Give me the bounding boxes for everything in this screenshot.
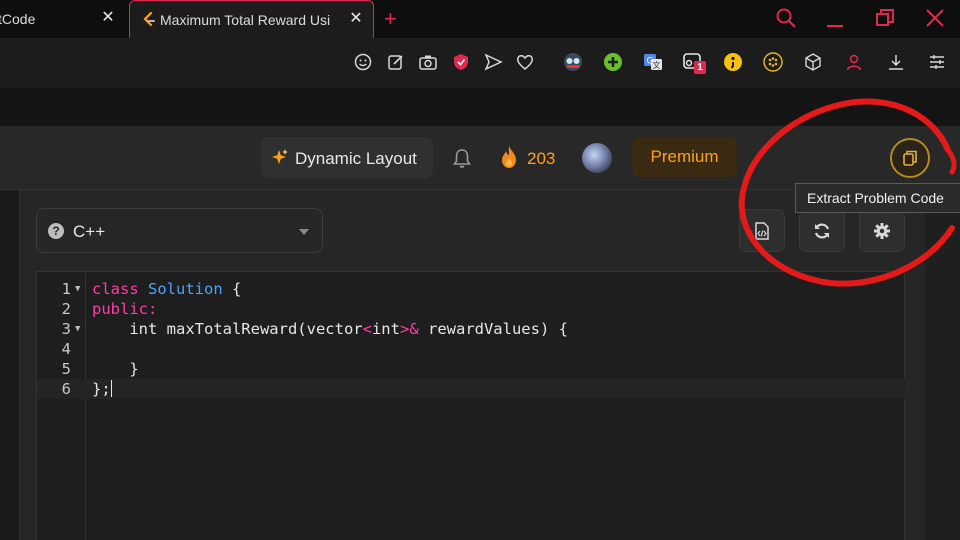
bell-icon[interactable] — [452, 147, 472, 169]
line-number: 3 — [61, 320, 71, 338]
close-window-icon[interactable] — [923, 6, 947, 30]
settings-sliders-icon[interactable] — [926, 51, 948, 73]
dots-extension-icon[interactable] — [762, 51, 784, 73]
glasses-extension-icon[interactable] — [562, 51, 584, 73]
copy-icon — [903, 150, 917, 166]
language-select[interactable]: ? C++ — [36, 208, 323, 253]
profile-icon[interactable] — [843, 51, 865, 73]
download-icon[interactable] — [885, 51, 907, 73]
extension-badge-count: 1 — [694, 61, 706, 74]
site-header — [0, 126, 960, 190]
right-panel-edge — [925, 190, 960, 540]
camera-icon[interactable] — [417, 51, 439, 73]
code-text: } — [92, 360, 139, 378]
emoji-icon[interactable] — [352, 51, 374, 73]
left-panel-edge — [0, 190, 20, 540]
new-tab-button[interactable]: + — [384, 6, 397, 32]
dynamic-layout-button[interactable]: Dynamic Layout — [261, 137, 433, 178]
line-number: 2 — [61, 300, 71, 318]
text-cursor — [110, 380, 112, 397]
line-number: 1 — [61, 280, 71, 298]
plus-extension-icon[interactable] — [602, 51, 624, 73]
extract-problem-code-button[interactable] — [890, 138, 930, 178]
shield-icon[interactable] — [450, 51, 472, 73]
translate-icon[interactable]: G 文 — [642, 51, 664, 73]
avatar[interactable] — [582, 143, 612, 173]
heart-icon[interactable] — [514, 51, 536, 73]
dynamic-layout-label: Dynamic Layout — [295, 149, 417, 168]
screen: tCode ✕ Maximum Total Reward Usi ✕ + G 文… — [0, 0, 960, 540]
tab-problem-active[interactable]: Maximum Total Reward Usi ✕ — [129, 0, 374, 38]
reset-code-button[interactable] — [799, 209, 845, 252]
tab-label: tCode — [0, 11, 36, 27]
editor-settings-button[interactable] — [859, 209, 905, 252]
chevron-down-icon — [299, 229, 309, 235]
cube-icon[interactable] — [802, 51, 824, 73]
minimize-icon[interactable] — [823, 6, 847, 30]
tab-label: Maximum Total Reward Usi — [160, 12, 331, 28]
search-icon[interactable] — [774, 6, 798, 30]
browser-toolbar: G 文 1 — [0, 38, 960, 88]
line-number: 6 — [61, 380, 71, 398]
code-text: public: — [92, 300, 158, 318]
streak-count[interactable]: 203 — [527, 149, 555, 169]
close-icon[interactable]: ✕ — [348, 11, 364, 27]
line-number: 5 — [61, 360, 71, 378]
code-line: 3 ▼ int maxTotalReward(vector<int>& rewa… — [37, 319, 905, 339]
tooltip: Extract Problem Code — [795, 183, 960, 213]
code-editor[interactable]: 1 ▼ class Solution { 2 public: 3 ▼ int m… — [36, 271, 905, 540]
gear-icon — [874, 222, 890, 239]
fold-arrow-icon[interactable]: ▼ — [75, 319, 80, 339]
premium-button[interactable]: Premium — [632, 137, 737, 177]
refresh-icon — [814, 223, 830, 238]
flame-icon — [502, 146, 516, 168]
code-file-button[interactable] — [739, 209, 785, 252]
leetcode-logo-icon — [143, 12, 155, 27]
code-line: 1 ▼ class Solution { — [37, 279, 905, 299]
help-icon: ? — [48, 223, 64, 239]
code-line: 4 — [37, 339, 905, 359]
fold-arrow-icon[interactable]: ▼ — [75, 279, 80, 299]
language-value: C++ — [73, 222, 106, 241]
line-number: 4 — [61, 340, 71, 358]
semicolon-extension-icon[interactable] — [722, 51, 744, 73]
restore-icon[interactable] — [873, 6, 897, 30]
code-line: 2 public: — [37, 299, 905, 319]
code-text: class Solution { — [92, 280, 242, 298]
file-code-icon — [755, 221, 769, 240]
svg-text:文: 文 — [653, 60, 661, 70]
badge-extension-icon[interactable]: 1 — [682, 51, 706, 74]
edit-icon[interactable] — [385, 51, 407, 73]
tab-leetcode[interactable]: tCode ✕ — [0, 0, 128, 38]
tab-strip: tCode ✕ Maximum Total Reward Usi ✕ + — [0, 0, 960, 38]
code-line-active: 6 }; — [37, 379, 905, 399]
sparkle-icon — [272, 149, 288, 164]
code-text: }; — [92, 380, 112, 398]
close-icon[interactable]: ✕ — [100, 10, 116, 26]
code-text: int maxTotalReward(vector<int>& rewardVa… — [92, 320, 568, 338]
send-icon[interactable] — [482, 51, 504, 73]
code-line: 5 } — [37, 359, 905, 379]
browser-chrome-band — [0, 88, 960, 126]
